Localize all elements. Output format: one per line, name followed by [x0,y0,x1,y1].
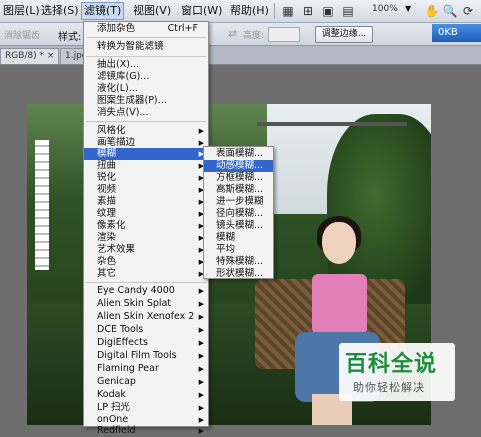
zoom-level[interactable]: 100% [372,4,398,14]
watermark-subtitle: 助你轻松解决 [353,381,425,394]
menu-item-render[interactable]: 渲染 ▶ [84,232,208,244]
submenu-item-smart-blur[interactable]: 特殊模糊... [204,256,273,268]
menu-item-video[interactable]: 视频 ▶ [84,184,208,196]
menu-layer[interactable]: 图层(L) [1,3,42,19]
watermark-title: 百科全说 [345,352,438,377]
menu-select[interactable]: 选择(S) [39,3,81,19]
menu-separator [86,56,206,57]
menu-view[interactable]: 视图(V) [131,3,173,19]
menu-item-vanishing-point[interactable]: 消失点(V)... [84,107,208,119]
submenu-arrow-icon: ▶ [198,127,204,135]
height-label: 高度: [243,31,265,41]
menu-item-liquify[interactable]: 液化(L)... [84,83,208,95]
hand-tool-icon[interactable]: ✋ [424,3,440,19]
menu-item-smart-filter[interactable]: 转换为智能滤镜 [84,41,208,53]
submenu-item-motion-blur[interactable]: 动感模糊... [204,160,273,172]
submenu-item-lens-blur[interactable]: 镜头模糊... [204,220,273,232]
menu-item-redfield[interactable]: Redfield ▶ [84,425,208,436]
submenu-item-surface-blur[interactable]: 表面模糊... [204,148,273,160]
submenu-item-radial-blur[interactable]: 径向模糊... [204,208,273,220]
submenu-item-gaussian-blur[interactable]: 高斯模糊... [204,184,273,196]
watermark: 百科全说 助你轻松解决 [339,343,455,401]
filter-menu: 添加杂色 Ctrl+F 转换为智能滤镜 抽出(X)... 滤镜库(G)... 液… [83,21,209,436]
menubar-divider [274,3,275,19]
menu-item-pixelate[interactable]: 像素化 ▶ [84,220,208,232]
menu-filter[interactable]: 滤镜(T) [81,2,125,20]
refine-edge-button[interactable]: 调整边缘... [315,26,373,43]
menu-shortcut: Ctrl+F [167,23,198,34]
submenu-item-shape-blur[interactable]: 形状模糊... [204,268,273,279]
menu-item-kodak[interactable]: Kodak ▶ [84,389,208,401]
menu-separator [86,37,206,38]
menu-item-lp-sweep[interactable]: LP 扫光 ▶ [84,402,208,414]
workspace-button[interactable]: 0KB [432,24,481,42]
submenu-arrow-icon: ▶ [198,300,204,308]
menu-item-dce-tools[interactable]: DCE Tools ▶ [84,324,208,336]
menu-item-flaming-pear[interactable]: Flaming Pear ▶ [84,363,208,375]
menu-item-noise[interactable]: 杂色 ▶ [84,256,208,268]
menu-item-stylize[interactable]: 风格化 ▶ [84,125,208,137]
submenu-arrow-icon: ▶ [198,427,204,435]
menu-item-alien-skin-splat[interactable]: Alien Skin Splat ▶ [84,298,208,310]
menu-separator [86,282,206,283]
menu-window[interactable]: 窗口(W) [179,3,224,19]
submenu-arrow-icon: ▶ [198,378,204,386]
submenu-arrow-icon: ▶ [198,326,204,334]
menu-item-sharpen[interactable]: 锐化 ▶ [84,172,208,184]
menu-item-digieffects[interactable]: DigiEffects ▶ [84,337,208,349]
photo-noise-strip [35,140,49,270]
menu-help[interactable]: 帮助(H) [228,3,271,19]
chevron-down-icon[interactable]: ▼ [405,4,411,13]
submenu-item-blur[interactable]: 模糊 [204,232,273,244]
height-input[interactable] [268,27,300,42]
submenu-item-box-blur[interactable]: 方框模糊... [204,172,273,184]
menu-bar: 图层(L) 选择(S) 滤镜(T) 视图(V) 窗口(W) 帮助(H) ▦ ⊞ … [0,0,481,23]
menu-item-artistic[interactable]: 艺术效果 ▶ [84,244,208,256]
menu-item-distort[interactable]: 扭曲 ▶ [84,160,208,172]
menu-item-extract[interactable]: 抽出(X)... [84,59,208,71]
submenu-item-blur-more[interactable]: 进一步模糊 [204,196,273,208]
arrange-icon[interactable]: ▤ [340,3,356,19]
submenu-arrow-icon: ▶ [198,313,204,321]
menu-item-digital-film-tools[interactable]: Digital Film Tools ▶ [84,350,208,362]
bridge-icon[interactable]: ▦ [280,3,296,19]
photo-pink-top [312,274,367,334]
menu-separator [86,121,206,122]
submenu-arrow-icon: ▶ [198,287,204,295]
menu-item-texture[interactable]: 纹理 ▶ [84,208,208,220]
menu-item-blur[interactable]: 模糊 ▶ [84,148,208,160]
submenu-arrow-icon: ▶ [198,352,204,360]
screen-mode-icon[interactable]: ▣ [320,3,336,19]
submenu-item-average[interactable]: 平均 [204,244,273,256]
menu-item-other[interactable]: 其它 ▶ [84,268,208,280]
antialias-checkbox[interactable]: 消除锯齿 [4,28,40,41]
submenu-arrow-icon: ▶ [198,339,204,347]
view-extras-icon[interactable]: ⊞ [300,3,316,19]
submenu-arrow-icon: ▶ [198,365,204,373]
submenu-arrow-icon: ▶ [198,404,204,412]
menu-item-pattern-maker[interactable]: 图案生成器(P)... [84,95,208,107]
rotate-view-icon[interactable]: ⟳ [460,3,476,19]
photo-swing-frame [257,122,407,126]
photo-face [322,222,356,264]
submenu-arrow-icon: ▶ [198,391,204,399]
menu-item-last-filter[interactable]: 添加杂色 Ctrl+F [84,23,208,35]
swap-icon[interactable]: ⇄ [228,27,237,40]
menu-item-eye-candy[interactable]: Eye Candy 4000 ▶ [84,285,208,297]
blur-submenu: 表面模糊... 动感模糊... 方框模糊... 高斯模糊... 进一步模糊 径向… [203,146,274,279]
zoom-tool-icon[interactable]: 🔍 [442,3,458,19]
menu-item-genicap[interactable]: Genicap ▶ [84,376,208,388]
menu-item-alien-skin-xenofex[interactable]: Alien Skin Xenofex 2 ▶ [84,311,208,323]
menu-item-sketch[interactable]: 素描 ▶ [84,196,208,208]
tab-document-active[interactable]: RGB/8) * × [0,48,60,64]
document-tab-bar: RGB/8) * × 1.jpg [0,46,481,65]
options-bar: 消除锯齿 样式: ⇄ 高度: 调整边缘... [0,23,481,46]
menu-item-filter-gallery[interactable]: 滤镜库(G)... [84,71,208,83]
style-label: 样式: [58,32,82,43]
